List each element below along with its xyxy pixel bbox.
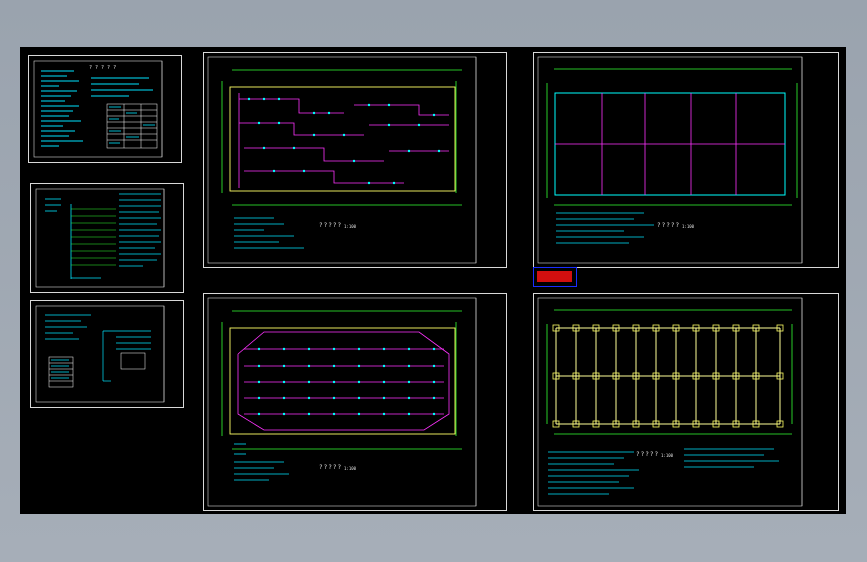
plan-1-title: ?????: [319, 222, 343, 229]
plan-4-title: ?????: [636, 451, 660, 458]
plan-3-drawing: [537, 56, 803, 264]
sheet-notes-1[interactable]: ? ? ? ? ?: [28, 55, 182, 163]
sheet-plan-3[interactable]: ????? 1:100: [533, 52, 839, 268]
red-stamp-marker: [533, 267, 577, 287]
svg-text:? ? ? ? ?: ? ? ? ? ?: [89, 65, 116, 71]
sheet-distribution-box[interactable]: [30, 300, 184, 408]
sheet-system-diagram[interactable]: [30, 183, 184, 293]
plan-4-scale: 1:100: [661, 453, 674, 458]
model-space-canvas[interactable]: ? ? ? ? ? ????? 1:100 ????? 1:100 ????? …: [20, 47, 846, 514]
notes-drawing: ? ? ? ? ?: [33, 60, 163, 158]
sheet-plan-2[interactable]: ????? 1:100: [203, 293, 507, 511]
plan-1-drawing: [207, 56, 477, 264]
plan-2-title: ?????: [319, 464, 343, 471]
sheet-plan-4[interactable]: ????? 1:100: [533, 293, 839, 511]
plan-3-scale: 1:100: [682, 224, 695, 229]
stamp-fill: [537, 271, 572, 282]
plan-2-drawing: [207, 297, 477, 507]
plan-4-drawing: [537, 297, 803, 507]
system-diagram-drawing: [35, 188, 165, 288]
plan-2-scale: 1:100: [344, 466, 357, 471]
plan-1-scale: 1:100: [344, 224, 357, 229]
plan-3-title: ?????: [657, 222, 681, 229]
sheet-plan-1[interactable]: ????? 1:100: [203, 52, 507, 268]
distribution-box-drawing: [35, 305, 165, 403]
